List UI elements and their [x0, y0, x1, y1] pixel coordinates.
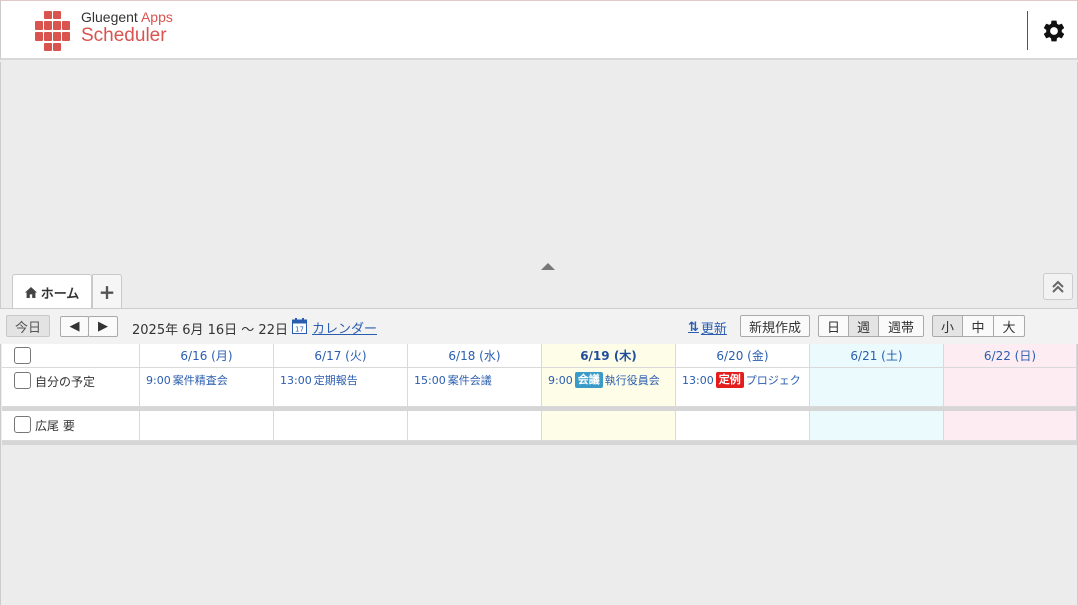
- event-item[interactable]: 9:00 会議 執行役員会: [548, 372, 660, 388]
- header-divider: [1027, 11, 1028, 50]
- day-header[interactable]: 6/20 (金): [676, 344, 810, 368]
- refresh-label: 更新: [700, 322, 727, 337]
- event-title: 案件会議: [447, 374, 492, 387]
- event-item[interactable]: 13:00 定期報告: [280, 372, 358, 388]
- event-time: 9:00: [548, 373, 573, 387]
- event-title: 案件精査会: [172, 374, 228, 387]
- event-title: 執行役員会: [604, 374, 660, 387]
- tab-home-label: ホーム: [40, 286, 80, 302]
- new-event-button[interactable]: 新規作成: [740, 315, 810, 337]
- meeting-tag: 会議: [574, 372, 603, 388]
- collapse-panel-arrow-icon[interactable]: [541, 263, 555, 270]
- day-cell-saturday[interactable]: [810, 411, 944, 441]
- size-medium-button[interactable]: 中: [962, 315, 994, 337]
- double-chevron-up-icon: [1052, 280, 1064, 293]
- settings-gear-icon[interactable]: [1041, 18, 1067, 44]
- row-header: 自分の予定: [2, 368, 140, 407]
- day-header[interactable]: 6/16 (月): [140, 344, 274, 368]
- app-header: Gluegent Apps Scheduler: [0, 0, 1078, 60]
- event-time: 9:00: [146, 373, 171, 387]
- brand-name: Gluegent: [81, 9, 138, 25]
- day-cell[interactable]: 13:00 定例 プロジェク: [676, 368, 810, 407]
- regular-tag: 定例: [715, 372, 744, 388]
- day-cell-sunday[interactable]: [944, 368, 1077, 407]
- date-range-text: 2025年 6月 16日 ～ 22日: [132, 323, 288, 338]
- day-cell[interactable]: [140, 411, 274, 441]
- home-icon: [24, 286, 37, 298]
- day-header-row: 6/16 (月) 6/17 (火) 6/18 (水) 6/19 (木) 6/20…: [2, 344, 1077, 368]
- calendar-link[interactable]: カレンダー: [312, 318, 377, 337]
- gluegent-logo: [35, 11, 70, 51]
- user-name-label: 広尾 要: [35, 419, 75, 433]
- day-cell-today[interactable]: [542, 411, 676, 441]
- select-all-checkbox[interactable]: [14, 347, 31, 364]
- event-item[interactable]: 15:00 案件会議: [414, 372, 492, 388]
- product-name: Scheduler: [81, 25, 167, 46]
- svg-text:17: 17: [295, 326, 304, 334]
- view-weekband-button[interactable]: 週帯: [878, 315, 924, 337]
- day-cell[interactable]: [676, 411, 810, 441]
- day-cell[interactable]: 13:00 定期報告: [274, 368, 408, 407]
- event-title: プロジェク: [745, 374, 801, 387]
- calendar-toolbar: 今日 ◀ ▶ 2025年 6月 16日 ～ 22日 17 カレンダー ⇅ 更新 …: [0, 308, 1078, 344]
- brand-wordmark: Gluegent Apps Scheduler: [81, 10, 173, 45]
- prev-week-button[interactable]: ◀: [60, 316, 89, 337]
- day-header-saturday[interactable]: 6/21 (土): [810, 344, 944, 368]
- event-time: 13:00: [682, 373, 714, 387]
- day-cell-sunday[interactable]: [944, 411, 1077, 441]
- row-separator: [2, 441, 1077, 445]
- refresh-link[interactable]: ⇅ 更新: [688, 318, 727, 337]
- tab-home[interactable]: ホーム: [12, 274, 92, 309]
- day-cell[interactable]: [408, 411, 542, 441]
- event-time: 13:00: [280, 373, 312, 387]
- select-all-cell: [2, 344, 140, 368]
- day-cell-today[interactable]: 9:00 会議 執行役員会: [542, 368, 676, 407]
- refresh-icon: ⇅: [688, 320, 699, 335]
- event-time: 15:00: [414, 373, 446, 387]
- calendar-icon[interactable]: 17: [292, 318, 307, 334]
- size-large-button[interactable]: 大: [993, 315, 1025, 337]
- day-cell[interactable]: 15:00 案件会議: [408, 368, 542, 407]
- add-tab-button[interactable]: +: [92, 274, 122, 309]
- event-item[interactable]: 13:00 定例 プロジェク: [682, 372, 801, 388]
- my-schedule-row: 自分の予定 9:00 案件精査会 13:00 定期報告 15:00 案件会議 9…: [2, 368, 1077, 407]
- view-week-button[interactable]: 週: [848, 315, 879, 337]
- day-header[interactable]: 6/17 (火): [274, 344, 408, 368]
- brand-apps: Apps: [140, 9, 173, 25]
- day-cell[interactable]: 9:00 案件精査会: [140, 368, 274, 407]
- my-schedule-label: 自分の予定: [35, 375, 96, 389]
- day-cell[interactable]: [274, 411, 408, 441]
- my-schedule-checkbox[interactable]: [14, 372, 31, 389]
- event-item[interactable]: 9:00 案件精査会: [146, 372, 228, 388]
- day-header[interactable]: 6/18 (水): [408, 344, 542, 368]
- user-checkbox[interactable]: [14, 416, 31, 433]
- expand-up-toggle[interactable]: [1043, 273, 1073, 300]
- day-cell-saturday[interactable]: [810, 368, 944, 407]
- today-button[interactable]: 今日: [6, 315, 50, 337]
- user-schedule-row: 広尾 要: [2, 411, 1077, 441]
- day-header-today[interactable]: 6/19 (木): [542, 344, 676, 368]
- view-day-button[interactable]: 日: [818, 315, 849, 337]
- event-title: 定期報告: [313, 374, 358, 387]
- next-week-button[interactable]: ▶: [88, 316, 118, 337]
- size-small-button[interactable]: 小: [932, 315, 963, 337]
- row-header: 広尾 要: [2, 411, 140, 441]
- day-header-sunday[interactable]: 6/22 (日): [944, 344, 1077, 368]
